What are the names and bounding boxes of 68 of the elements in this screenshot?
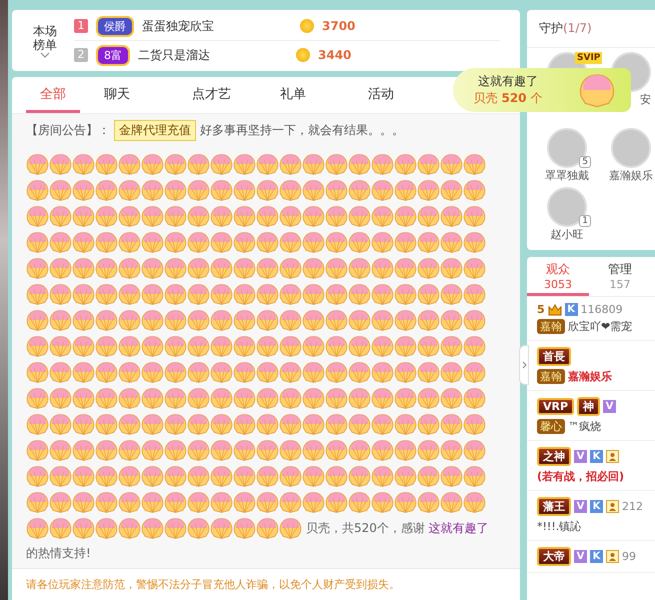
person-icon xyxy=(606,500,619,513)
chat-tab[interactable]: 点才艺 xyxy=(192,77,280,113)
announcement-tag: 金牌代理充值 xyxy=(114,120,196,141)
rank-badge: 8富 xyxy=(96,44,130,66)
level-badge: V xyxy=(574,500,587,513)
level-badge: K xyxy=(590,550,603,563)
chat-tab[interactable]: 礼单 xyxy=(280,77,368,113)
member-name: 赵小旺 xyxy=(550,227,584,242)
coin-icon xyxy=(296,48,310,62)
user-name[interactable]: 蛋蛋独宠欣宝 xyxy=(142,18,292,34)
title-badge: 大帝 xyxy=(537,547,571,566)
gift-message: 贝壳，共520个，感谢 这就有趣了 xyxy=(306,520,489,536)
level-badge: V xyxy=(574,550,587,563)
chat-tab[interactable]: 聊天 xyxy=(104,77,192,113)
person-icon xyxy=(606,550,619,563)
announcement-label: 【房间公告】： xyxy=(26,122,110,139)
club-badge: 嘉翰 xyxy=(537,319,565,334)
audience-tab[interactable]: 管理 157 xyxy=(589,257,651,296)
user-id: 116809 xyxy=(580,303,623,316)
rank-number: 2 xyxy=(74,48,88,62)
club-badge: 嘉翰 xyxy=(537,369,565,384)
popup-sender: 这就有趣了 xyxy=(478,73,538,90)
rank-badge: 侯爵 xyxy=(96,16,134,36)
sender-link[interactable]: 这就有趣了 xyxy=(428,520,489,534)
announcement-text: 好多事再坚持一下，就会有结果。。。 xyxy=(200,122,404,139)
title-badge: 之神 xyxy=(537,447,571,466)
leaderboard-label: 本场榜单 xyxy=(33,24,57,52)
collapse-handle[interactable] xyxy=(519,345,529,385)
guard-level-badge: 1 xyxy=(579,215,591,227)
popup-gift: 贝壳 520 个 xyxy=(474,90,542,107)
title-badge: VRP xyxy=(537,398,574,415)
user-name[interactable]: 欣宝吖❤需宠 xyxy=(568,319,632,334)
avatar-circle[interactable] xyxy=(611,128,651,168)
coin-icon xyxy=(300,19,314,33)
coin-amount: 3440 xyxy=(318,48,352,62)
title-badge: 首長 xyxy=(537,347,571,366)
level-badge: K xyxy=(590,500,603,513)
member-name: 安 xyxy=(640,92,651,107)
club-badge: 馨心 xyxy=(537,419,565,434)
level-badge: K xyxy=(564,303,578,316)
coin-amount: 3700 xyxy=(322,19,356,33)
warning-text: 请各位玩家注意防范，警惕不法分子冒充他人诈骗，以免个人财产受到损失。 xyxy=(12,568,520,600)
chat-tab[interactable]: 活动 xyxy=(368,77,456,113)
user-name[interactable]: ™疯烧 xyxy=(568,419,601,434)
user-id: 99 xyxy=(622,550,636,563)
user-name[interactable]: 嘉瀚娱乐 xyxy=(568,369,612,384)
user-name[interactable]: 二货只是溜达 xyxy=(138,46,288,64)
member-name: 嘉瀚娱乐 xyxy=(609,168,653,183)
chevron-down-icon[interactable] xyxy=(40,52,50,58)
member-name: 罩罩独戴 xyxy=(545,168,589,183)
title-badge: 藩王 xyxy=(537,497,571,516)
audience-tab[interactable]: 观众 3053 xyxy=(527,257,589,296)
rank-number: 1 xyxy=(74,19,88,33)
person-icon xyxy=(606,450,619,463)
user-id: 212 xyxy=(622,500,643,513)
level-number: 5 xyxy=(537,303,545,316)
level-badge: V xyxy=(603,400,616,413)
guard-title: 守护(1/7) xyxy=(539,21,592,35)
level-badge: K xyxy=(590,450,603,463)
guard-level-badge: 5 xyxy=(579,156,591,168)
gift-message: 的热情支持! xyxy=(26,545,92,562)
chevron-right-icon xyxy=(522,361,526,369)
title-badge: 神 xyxy=(577,397,600,416)
crown-icon xyxy=(548,304,562,316)
user-name[interactable]: (若有战，招必回) xyxy=(537,469,624,484)
level-badge: V xyxy=(574,450,587,463)
svip-badge: SVIP xyxy=(575,52,602,64)
user-name[interactable]: *!!!.镇訫 xyxy=(537,519,582,534)
